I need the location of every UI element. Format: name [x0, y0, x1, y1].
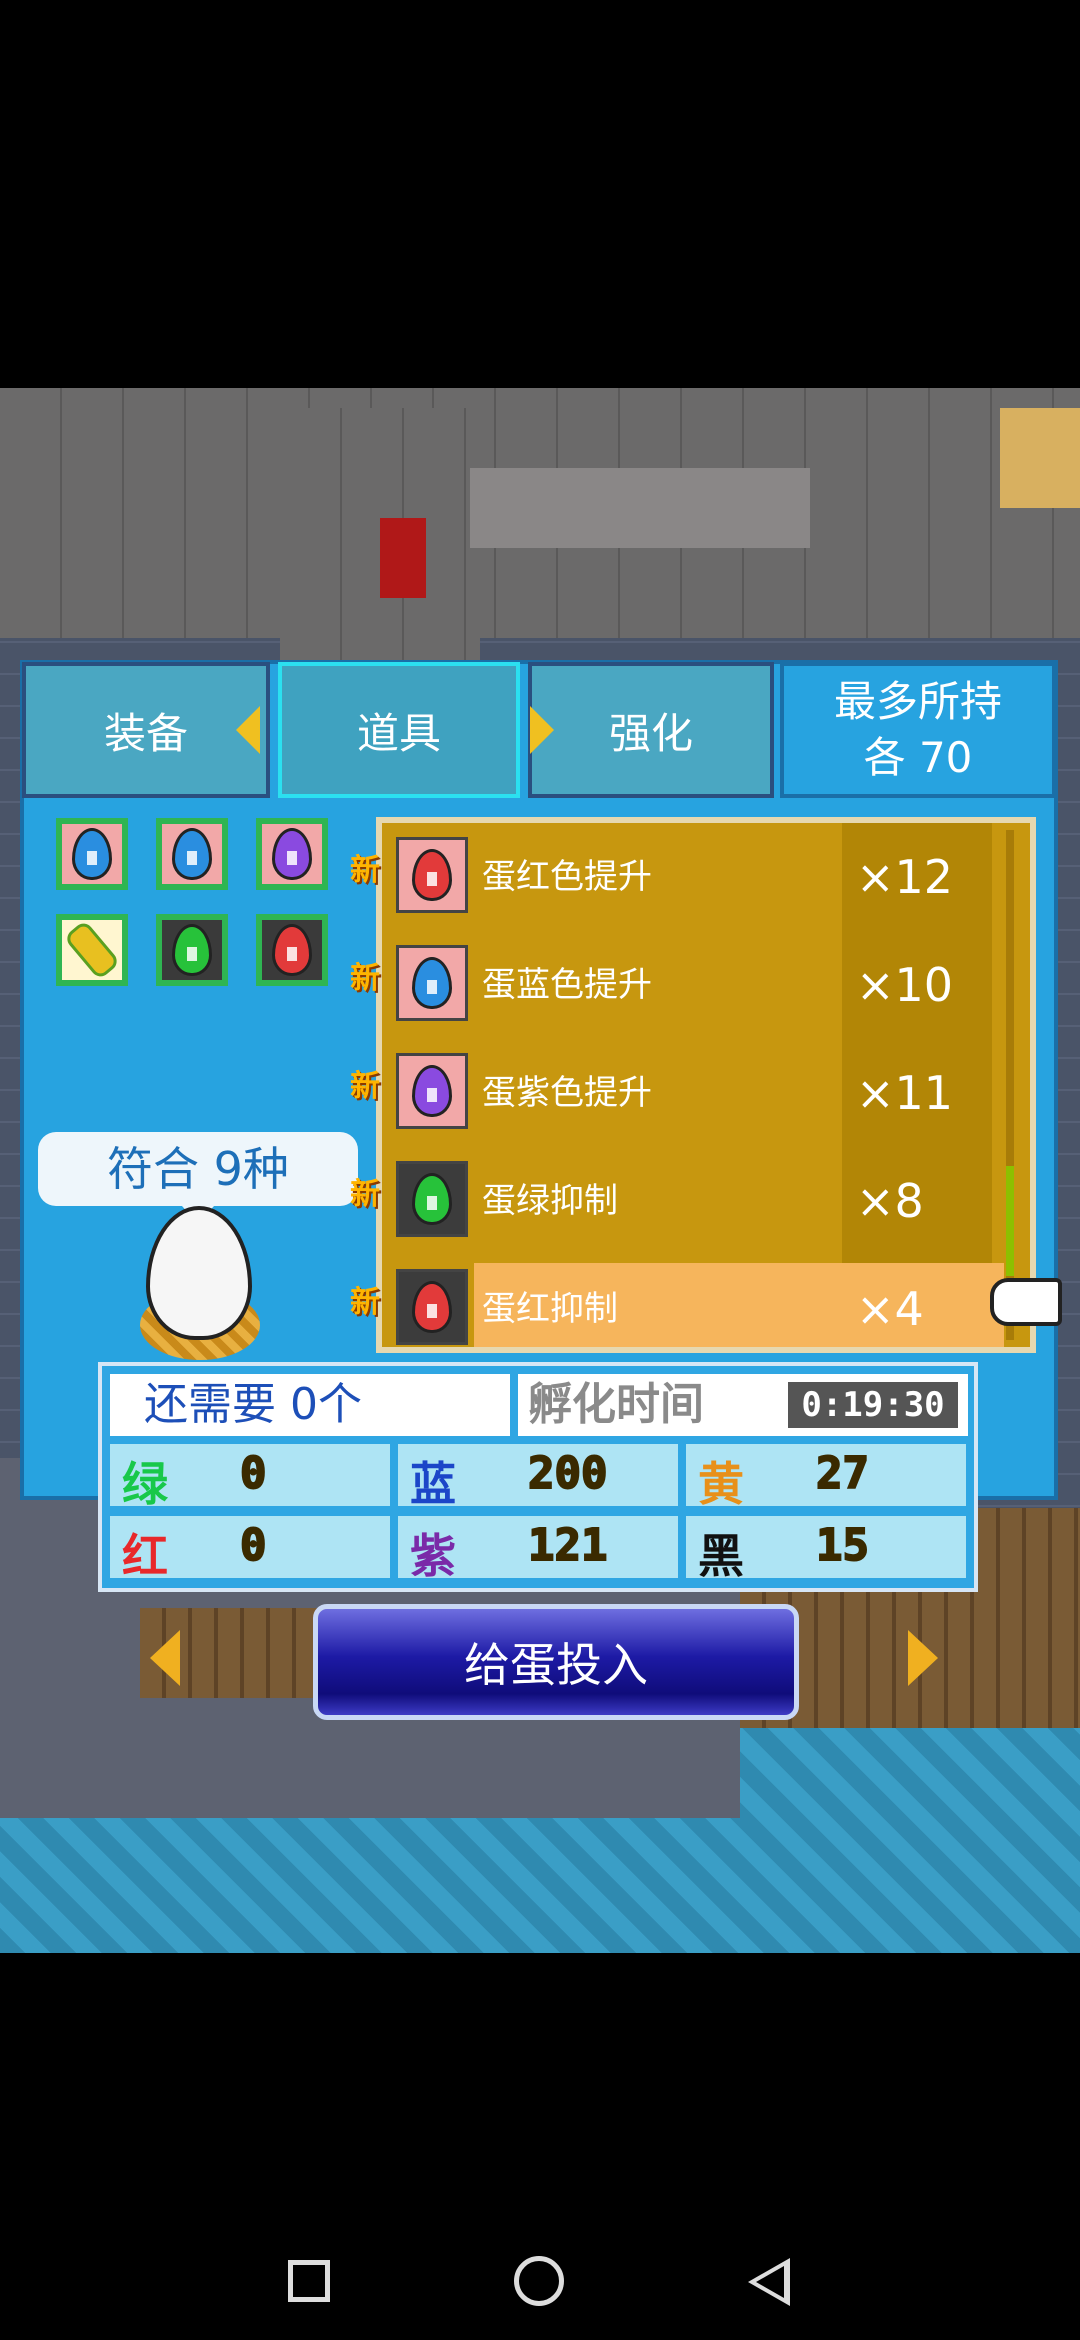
item-quantity: ×4: [856, 1282, 924, 1336]
item-icon: [396, 945, 468, 1021]
applied-items-grid: [56, 818, 356, 1008]
system-nav-bar: [0, 2200, 1080, 2340]
tab-enhance-arrow-icon: [530, 706, 554, 754]
applied-item-slot[interactable]: [56, 914, 128, 986]
egg-icon: [412, 1173, 452, 1225]
max-hold-value: 各 70: [863, 733, 973, 782]
color-stat-蓝: 蓝 200: [398, 1444, 678, 1511]
new-badge: 新: [350, 1285, 380, 1320]
item-icon: [396, 1161, 468, 1237]
new-badge: 新: [350, 853, 380, 888]
color-stat-label: 红: [122, 1529, 168, 1583]
color-stat-label: 蓝: [410, 1457, 456, 1511]
item-row[interactable]: 蛋红色提升 ×12: [382, 823, 1030, 931]
egg-icon: [412, 957, 452, 1009]
item-row[interactable]: 蛋紫色提升 ×11: [382, 1039, 1030, 1147]
scrollbar-thumb[interactable]: [1006, 1166, 1014, 1276]
item-quantity: ×10: [856, 958, 954, 1012]
egg-icon: [172, 924, 212, 976]
egg-icon: [412, 849, 452, 901]
feed-egg-button[interactable]: 给蛋投入: [313, 1604, 799, 1720]
color-stat-绿: 绿0: [110, 1444, 390, 1511]
color-stat-label: 绿: [122, 1457, 168, 1511]
item-name: 蛋蓝色提升: [482, 965, 652, 1005]
color-stat-黄: 黄 27: [686, 1444, 966, 1511]
egg-stats-panel: 还需要 0个 孵化时间 0:19:30 绿 0 蓝 200 黄 27 红 0 紫 121 黑 15: [98, 1362, 978, 1592]
applied-item-slot[interactable]: [56, 818, 128, 890]
egg-icon: [412, 1065, 452, 1117]
max-hold-box: 最多所持 各 70: [780, 662, 1056, 798]
new-badge: 新: [350, 1177, 380, 1212]
color-stat-value: 0: [239, 1447, 267, 1500]
tab-items[interactable]: 道具: [278, 662, 520, 798]
new-tags: 新新新新新: [350, 817, 400, 1357]
item-quantity: ×11: [856, 1066, 954, 1120]
item-row[interactable]: 蛋蓝色提升 ×10: [382, 931, 1030, 1039]
color-stat-value: 200: [527, 1447, 608, 1500]
applied-item-slot[interactable]: [256, 818, 328, 890]
applied-item-slot[interactable]: [156, 914, 228, 986]
item-name: 蛋红色提升: [482, 857, 652, 897]
red-banner: [380, 518, 426, 598]
item-row[interactable]: 蛋红抑制 ×4: [382, 1255, 1030, 1347]
back-icon-inner: [756, 2266, 784, 2298]
egg-icon: [272, 924, 312, 976]
color-stat-value: 121: [527, 1519, 608, 1572]
match-bubble: 符合 9种: [38, 1132, 358, 1206]
color-stat-value: 27: [815, 1447, 870, 1500]
recents-icon[interactable]: [288, 2260, 330, 2302]
hatch-timer: 0:19:30: [788, 1382, 958, 1428]
tab-enhance-label: 强化: [608, 708, 693, 758]
needed-label: 还需要 0个: [144, 1379, 362, 1430]
item-list[interactable]: 蛋红色提升 ×12 蛋蓝色提升 ×10 蛋紫色提升 ×11 蛋绿抑制 ×8 蛋红抑制 ×4: [376, 817, 1036, 1353]
pointer-hand-icon: [990, 1278, 1062, 1326]
max-hold-title: 最多所持: [833, 677, 1002, 726]
item-name: 蛋绿抑制: [482, 1181, 618, 1221]
tab-equipment-label: 装备: [103, 708, 188, 758]
color-stat-label: 黄: [698, 1457, 744, 1511]
egg-icon: [172, 828, 212, 880]
color-stat-黑: 黑 15: [686, 1516, 966, 1583]
egg-icon: [272, 828, 312, 880]
egg-icon: [72, 828, 112, 880]
new-badge: 新: [350, 1069, 380, 1104]
prev-arrow-icon[interactable]: [150, 1630, 180, 1686]
item-row[interactable]: 蛋绿抑制 ×8: [382, 1147, 1030, 1255]
corn-icon: [63, 919, 121, 981]
color-stat-紫: 紫 121: [398, 1516, 678, 1583]
item-quantity: ×8: [856, 1174, 924, 1228]
item-name: 蛋紫色提升: [482, 1073, 652, 1113]
feed-egg-label: 给蛋投入: [464, 1638, 648, 1692]
item-icon: [396, 1269, 468, 1345]
tab-enhance[interactable]: 强化: [528, 662, 774, 798]
next-arrow-icon[interactable]: [908, 1630, 938, 1686]
egg-icon: [412, 1281, 452, 1333]
color-stat-value: 0: [239, 1519, 267, 1572]
color-stat-红: 红0: [110, 1516, 390, 1583]
tab-items-label: 道具: [356, 708, 441, 758]
color-stat-value: 15: [815, 1519, 870, 1572]
item-name: 蛋红抑制: [482, 1289, 618, 1329]
home-icon[interactable]: [514, 2256, 564, 2306]
color-stat-label: 黑: [698, 1529, 744, 1583]
item-icon: [396, 837, 468, 913]
hatch-box: 孵化时间 0:19:30: [518, 1374, 968, 1436]
color-stat-label: 紫: [410, 1529, 456, 1583]
needed-box: 还需要 0个: [110, 1374, 510, 1436]
tab-left-arrow-icon[interactable]: [236, 706, 260, 754]
castle-roof: [470, 468, 810, 548]
item-icon: [396, 1053, 468, 1129]
sand-patch: [1000, 408, 1080, 508]
new-badge: 新: [350, 961, 380, 996]
applied-item-slot[interactable]: [256, 914, 328, 986]
hatch-label: 孵化时间: [528, 1379, 704, 1430]
applied-item-slot[interactable]: [156, 818, 228, 890]
item-quantity: ×12: [856, 850, 954, 904]
tab-equipment[interactable]: 装备: [22, 662, 270, 798]
